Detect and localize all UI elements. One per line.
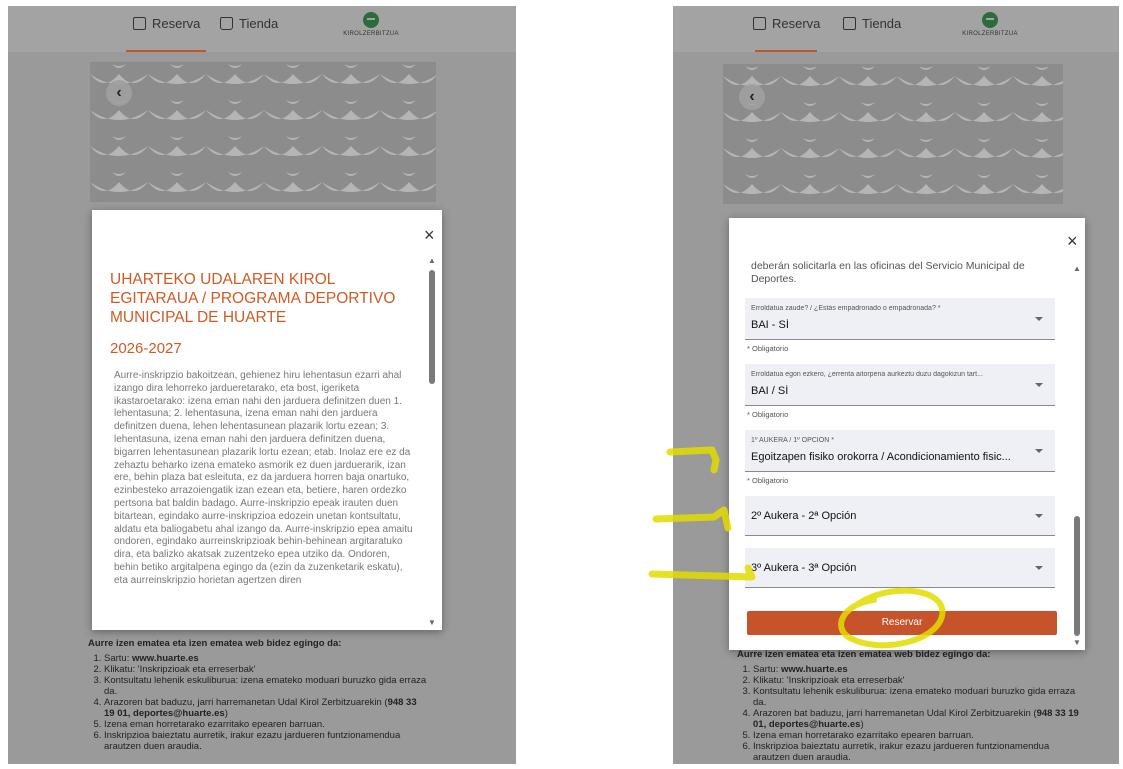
annotation-layer — [648, 446, 946, 649]
annotation-arrow-1 — [666, 446, 720, 474]
annotation-arrow-2 — [652, 506, 732, 532]
annotation-circle — [838, 587, 946, 649]
annotation-arrow-3 — [648, 564, 756, 581]
